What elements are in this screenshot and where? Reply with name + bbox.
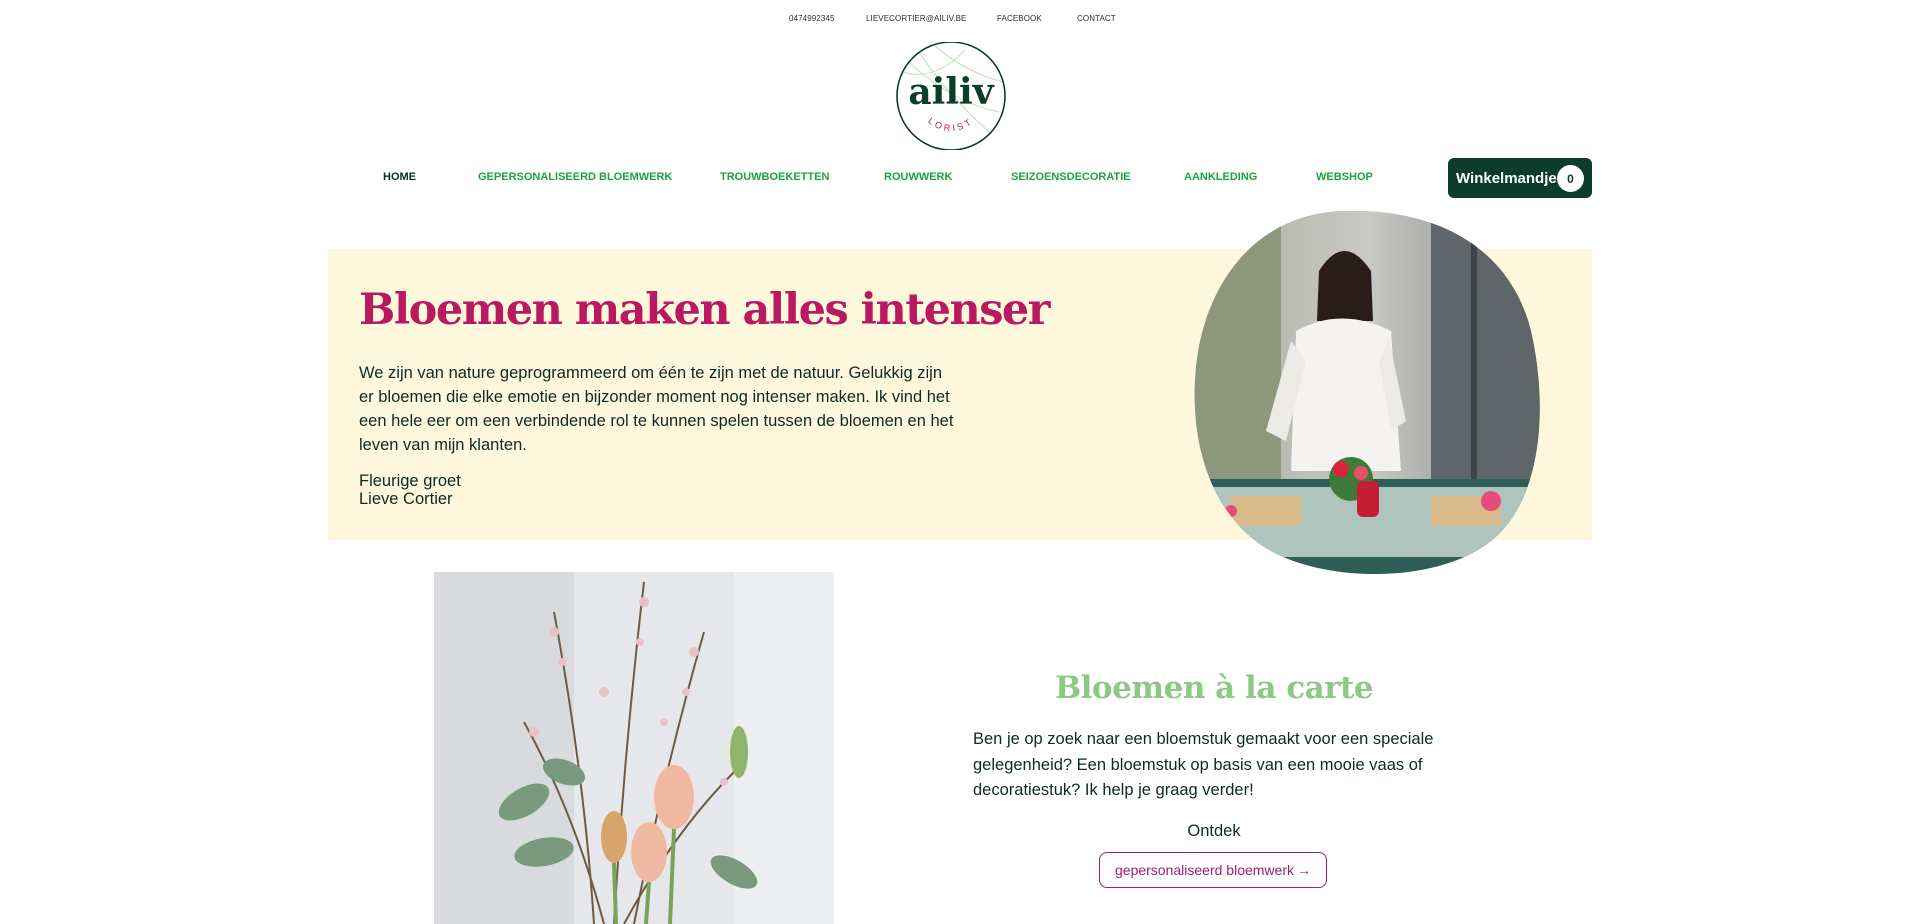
hero-signature-block: Fleurige groet Lieve Cortier: [359, 472, 461, 508]
carte-section-title: Bloemen à la carte: [1054, 670, 1374, 706]
hero-intro-text: We zijn van nature geprogrammeerd om één…: [359, 364, 954, 454]
main-nav: HOME GEPERSONALISEERD BLOEMWERK TROUWBOE…: [0, 171, 1905, 185]
nav-item-aankleding[interactable]: AANKLEDING: [1184, 171, 1257, 183]
hero-greeting: Fleurige groet: [359, 472, 461, 490]
carte-section-text: Ben je op zoek naar een bloemstuk gemaak…: [973, 730, 1434, 799]
cart-button[interactable]: Winkelmandje 0: [1448, 158, 1592, 198]
cart-label: Winkelmandje: [1456, 169, 1557, 187]
nav-item-trouwboeketten[interactable]: TROUWBOEKETTEN: [720, 171, 829, 183]
arrow-right-icon: →: [1297, 862, 1311, 878]
nav-item-seizoensdecoratie[interactable]: SEIZOENSDECORATIE: [1011, 171, 1131, 183]
florist-portrait-photo: [1191, 211, 1543, 577]
nav-item-rouwwerk[interactable]: ROUWWERK: [884, 171, 952, 183]
ailiv-logo[interactable]: ailiv FLORISTE: [890, 34, 1007, 151]
facebook-link[interactable]: FACEBOOK: [997, 14, 1042, 23]
hero-signature: Lieve Cortier: [359, 490, 453, 508]
phone-link[interactable]: 0474992345: [789, 14, 835, 23]
tulip-bouquet-photo: [434, 572, 834, 924]
nav-item-gepersonaliseerd-bloemwerk[interactable]: GEPERSONALISEERD BLOEMWERK: [478, 171, 672, 183]
ontdek-label: Ontdek: [1187, 822, 1241, 840]
hero-title: Bloemen maken alles intenser: [359, 285, 1050, 335]
cart-count-badge: 0: [1557, 165, 1584, 192]
gepersonaliseerd-bloemwerk-button[interactable]: gepersonaliseerd bloemwerk →: [1099, 852, 1327, 888]
logo-emblem: ailiv FLORISTE: [890, 34, 1006, 151]
top-utility-bar: 0474992345 LIEVECORTIER@AILIV.BE FACEBOO…: [0, 14, 1905, 26]
gepersonaliseerd-button-label: gepersonaliseerd bloemwerk: [1115, 862, 1294, 878]
nav-item-webshop[interactable]: WEBSHOP: [1316, 171, 1373, 183]
email-link[interactable]: LIEVECORTIER@AILIV.BE: [866, 14, 966, 23]
nav-item-home[interactable]: HOME: [383, 171, 416, 183]
logo-wordmark: ailiv: [908, 71, 994, 113]
contact-link[interactable]: CONTACT: [1077, 14, 1116, 23]
